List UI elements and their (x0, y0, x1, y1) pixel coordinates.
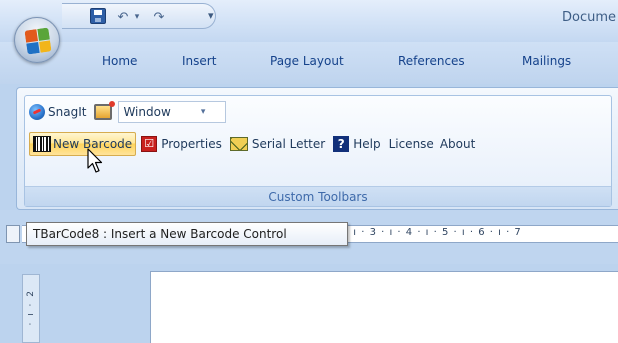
properties-icon: ☑ (141, 136, 158, 152)
snagit-capture-icon[interactable] (94, 101, 116, 120)
tooltip: TBarCode8 : Insert a New Barcode Control (26, 222, 348, 246)
tab-selector[interactable] (6, 225, 20, 243)
office-logo-icon (24, 27, 52, 55)
snagit-button[interactable]: SnagIt (48, 105, 86, 119)
ruler-ticks: · 2 · ı · 3 · ı · 4 · ı · 5 · ı · 6 · ı … (325, 227, 522, 238)
save-icon[interactable] (90, 8, 106, 24)
license-button[interactable]: License (386, 137, 437, 151)
window-select-value: Window (123, 105, 171, 119)
help-label: Help (353, 137, 381, 151)
help-icon: ? (333, 136, 350, 152)
serial-letter-button[interactable]: Serial Letter (227, 132, 328, 156)
document-page[interactable] (150, 271, 618, 343)
properties-button[interactable]: ☑ Properties (138, 132, 225, 156)
quick-access-toolbar: ↶ ▾ ↷ ▾ (62, 3, 216, 29)
ribbon-tabs: Home Insert Page Layout References Maili… (0, 42, 618, 84)
mouse-pointer-icon (87, 148, 103, 173)
tab-references[interactable]: References (398, 54, 465, 68)
properties-label: Properties (161, 137, 222, 151)
help-button[interactable]: ? Help (330, 132, 383, 156)
document-title: Docume (562, 10, 617, 25)
snagit-icon (29, 104, 45, 120)
tab-mailings[interactable]: Mailings (522, 54, 571, 68)
tab-home[interactable]: Home (102, 54, 137, 68)
title-bar: ↶ ▾ ↷ ▾ Docume (0, 0, 618, 42)
document-area: · ı · 2 (0, 264, 618, 343)
custom-toolbars-group: SnagIt Window ▾ New Barcode ☑ Properties… (24, 95, 612, 207)
barcode-icon (33, 136, 51, 152)
redo-icon[interactable]: ↷ (150, 8, 168, 26)
undo-icon[interactable]: ↶ (114, 8, 132, 26)
office-button[interactable] (14, 17, 60, 63)
undo-dropdown-icon[interactable]: ▾ (132, 8, 142, 26)
serial-letter-label: Serial Letter (251, 137, 326, 151)
vertical-ruler-ticks: · ı · 2 (26, 289, 36, 326)
tab-insert[interactable]: Insert (182, 54, 216, 68)
new-barcode-button[interactable]: New Barcode (29, 132, 137, 156)
customize-quick-access-icon[interactable]: ▾ (208, 9, 214, 22)
about-button[interactable]: About (437, 137, 478, 151)
tab-page-layout[interactable]: Page Layout (270, 54, 344, 68)
chevron-down-icon[interactable]: ▾ (201, 102, 206, 122)
vertical-ruler[interactable]: · ı · 2 (22, 274, 40, 343)
window-select[interactable]: Window ▾ (118, 101, 227, 123)
group-label: Custom Toolbars (25, 186, 611, 206)
snagit-toolbar: SnagIt Window ▾ (29, 101, 227, 123)
envelope-icon (229, 137, 248, 151)
